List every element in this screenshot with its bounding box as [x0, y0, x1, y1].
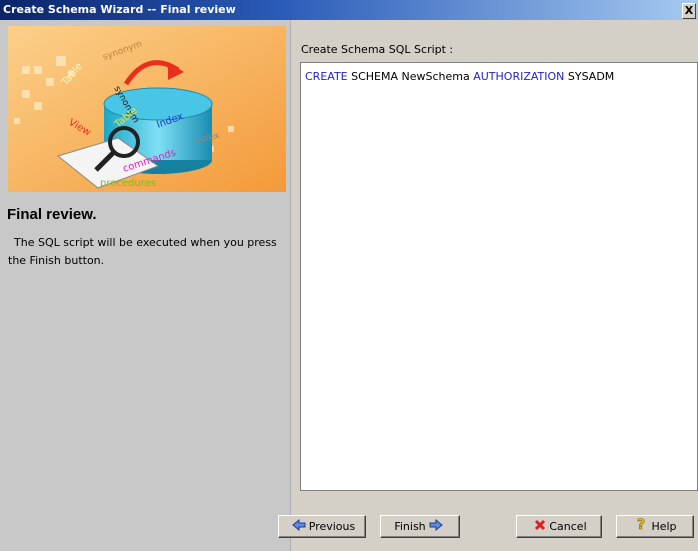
sql-script-label: Create Schema SQL Script :	[301, 43, 454, 56]
cancel-x-icon	[534, 517, 546, 538]
arrow-left-icon	[291, 517, 306, 538]
help-button[interactable]: ? Help	[616, 515, 694, 538]
sql-text: SCHEMA NewSchema	[347, 70, 474, 83]
arrow-right-icon	[429, 517, 443, 538]
cancel-button[interactable]: Cancel	[516, 515, 602, 538]
help-button-label: Help	[651, 520, 677, 533]
help-question-icon: ?	[636, 516, 648, 538]
cancel-button-label: Cancel	[549, 520, 587, 533]
finish-button[interactable]: Finish	[380, 515, 460, 538]
wizard-banner-image: synonym Table View synonym Table Index i…	[8, 26, 286, 192]
sql-keyword: AUTHORIZATION	[473, 70, 565, 83]
sql-script-editor[interactable]: CREATE SCHEMA NewSchema AUTHORIZATION SY…	[300, 62, 698, 491]
previous-button-label: Previous	[308, 520, 356, 533]
close-button[interactable]: X	[682, 3, 696, 19]
sql-script-line: CREATE SCHEMA NewSchema AUTHORIZATION SY…	[305, 70, 614, 83]
svg-text:?: ?	[637, 517, 645, 531]
banner-word: procedures	[100, 178, 156, 189]
title-bar: Create Schema Wizard -- Final review X	[0, 0, 698, 20]
step-description: The SQL script will be executed when you…	[8, 236, 277, 267]
previous-button[interactable]: Previous	[278, 515, 366, 538]
window-title: Create Schema Wizard -- Final review	[3, 3, 236, 16]
sql-text: SYSADM	[564, 70, 615, 83]
sql-keyword: CREATE	[305, 70, 348, 83]
left-panel: synonym Table View synonym Table Index i…	[0, 20, 291, 551]
finish-button-label: Finish	[394, 520, 426, 533]
step-title: Final review.	[7, 206, 97, 223]
